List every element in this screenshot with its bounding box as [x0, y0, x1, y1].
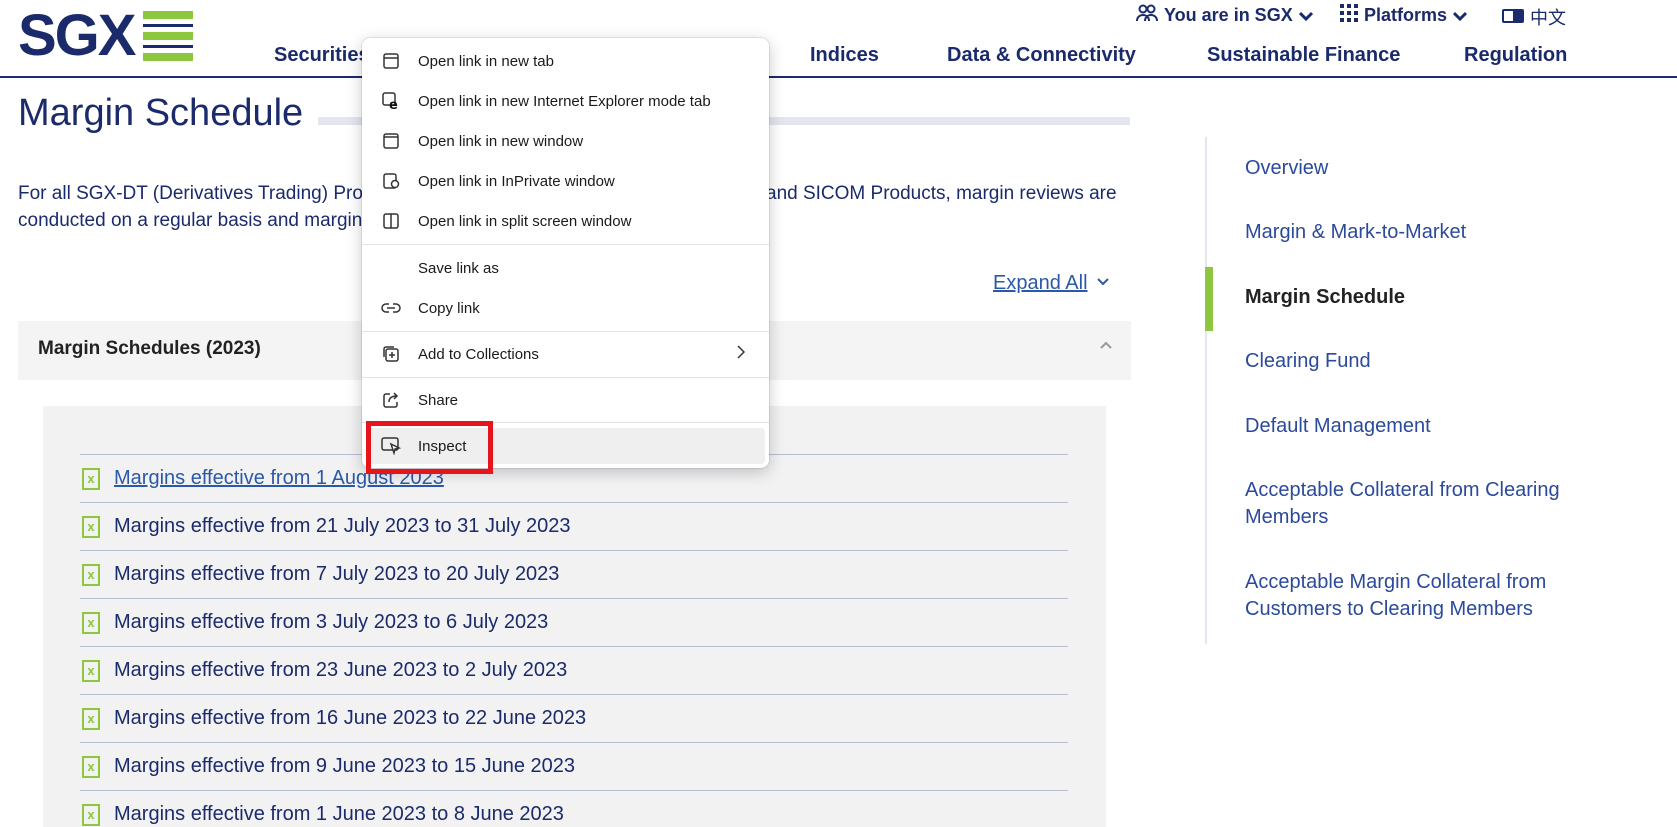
document-link[interactable]: Margins effective from 1 June 2023 to 8 …	[114, 803, 564, 826]
people-icon	[1136, 4, 1158, 27]
nav-securities[interactable]: Securities	[274, 44, 370, 67]
chevron-down-icon[interactable]	[1096, 274, 1110, 292]
chevron-up-icon	[1099, 337, 1113, 355]
context-menu: Open link in new tab e Open link in new …	[362, 38, 769, 468]
excel-file-icon: x	[82, 755, 100, 778]
document-list: x Margins effective from 1 August 2023 x…	[80, 454, 1068, 827]
list-item[interactable]: x Margins effective from 23 June 2023 to…	[80, 646, 1068, 694]
excel-file-icon: x	[82, 659, 100, 682]
menu-item-open-split-screen[interactable]: Open link in split screen window	[366, 203, 765, 239]
list-item[interactable]: x Margins effective from 1 June 2023 to …	[80, 790, 1068, 827]
sidenav-item-acceptable-margin-collateral[interactable]: Acceptable Margin Collateral from Custom…	[1245, 569, 1605, 623]
sgx-logo[interactable]: SGX	[18, 3, 193, 68]
link-icon	[380, 298, 402, 318]
list-item[interactable]: x Margins effective from 7 July 2023 to …	[80, 550, 1068, 598]
nav-regulation[interactable]: Regulation	[1464, 44, 1567, 67]
intro-line1-right: and SICOM Products, margin reviews are	[766, 183, 1117, 204]
list-item[interactable]: x Margins effective from 9 June 2023 to …	[80, 742, 1068, 790]
split-screen-icon	[380, 211, 402, 231]
svg-text:e: e	[389, 98, 398, 110]
nav-sustainable-finance[interactable]: Sustainable Finance	[1207, 44, 1400, 67]
page-title: Margin Schedule	[18, 92, 304, 134]
excel-file-icon: x	[82, 803, 100, 826]
menu-item-label: Open link in new window	[418, 132, 584, 150]
document-link[interactable]: Margins effective from 21 July 2023 to 3…	[114, 515, 571, 538]
expand-all-link[interactable]: Expand All	[993, 272, 1088, 295]
chevron-down-icon	[1298, 8, 1313, 24]
logo-bars-icon	[142, 11, 193, 61]
translate-icon	[1502, 7, 1524, 28]
sidenav-item-default-management[interactable]: Default Management	[1245, 413, 1605, 440]
blank-icon	[380, 258, 402, 278]
menu-separator	[362, 244, 769, 245]
menu-separator	[362, 331, 769, 332]
sidenav-item-margin-schedule[interactable]: Margin Schedule	[1245, 284, 1605, 311]
menu-item-open-ie-mode-tab[interactable]: e Open link in new Internet Explorer mod…	[366, 83, 765, 119]
excel-file-icon: x	[82, 515, 100, 538]
share-icon	[380, 390, 402, 410]
menu-item-label: Open link in new tab	[418, 52, 554, 70]
document-link[interactable]: Margins effective from 7 July 2023 to 20…	[114, 563, 559, 586]
collections-icon	[380, 344, 402, 364]
menu-item-open-inprivate[interactable]: Open link in InPrivate window	[366, 163, 765, 199]
nav-indices[interactable]: Indices	[810, 44, 879, 67]
list-item[interactable]: x Margins effective from 21 July 2023 to…	[80, 502, 1068, 550]
excel-file-icon: x	[82, 563, 100, 586]
excel-file-icon: x	[82, 467, 100, 490]
logo-text: SGX	[18, 3, 136, 68]
accordion-title: Margin Schedules (2023)	[38, 338, 261, 359]
document-link[interactable]: Margins effective from 9 June 2023 to 15…	[114, 755, 575, 778]
document-link[interactable]: Margins effective from 3 July 2023 to 6 …	[114, 611, 548, 634]
language-switch[interactable]: 中文	[1502, 4, 1566, 30]
menu-item-label: Save link as	[418, 259, 499, 277]
menu-item-label: Open link in InPrivate window	[418, 172, 615, 190]
language-label: 中文	[1530, 8, 1566, 28]
document-link[interactable]: Margins effective from 16 June 2023 to 2…	[114, 707, 586, 730]
intro-line1-left: For all SGX-DT (Derivatives Trading) Pro	[18, 183, 363, 204]
window-icon	[380, 131, 402, 151]
platforms-label: Platforms	[1364, 5, 1448, 25]
menu-item-copy-link[interactable]: Copy link	[366, 290, 765, 326]
nav-data-connectivity[interactable]: Data & Connectivity	[947, 44, 1136, 67]
you-are-in-dropdown[interactable]: You are in SGX	[1136, 4, 1313, 27]
menu-item-open-new-tab[interactable]: Open link in new tab	[366, 43, 765, 79]
inprivate-icon	[380, 171, 402, 191]
menu-item-label: Open link in new Internet Explorer mode …	[418, 92, 711, 110]
menu-item-share[interactable]: Share	[366, 382, 765, 418]
menu-separator	[362, 377, 769, 378]
sidenav-item-overview[interactable]: Overview	[1245, 155, 1605, 182]
sidenav-active-indicator	[1205, 267, 1213, 331]
excel-file-icon: x	[82, 611, 100, 634]
sidenav-rail	[1205, 137, 1207, 644]
grid-icon	[1340, 4, 1358, 27]
menu-item-open-new-window[interactable]: Open link in new window	[366, 123, 765, 159]
you-are-in-label: You are in SGX	[1164, 5, 1293, 25]
site-header: SGX You are in SGX Platforms 中文 Securiti…	[0, 0, 1677, 78]
chevron-right-icon	[737, 344, 746, 364]
menu-item-save-link-as[interactable]: Save link as	[366, 250, 765, 286]
sidenav-item-clearing-fund[interactable]: Clearing Fund	[1245, 348, 1605, 375]
sidenav-item-acceptable-collateral[interactable]: Acceptable Collateral from Clearing Memb…	[1245, 477, 1605, 531]
menu-item-label: Share	[418, 391, 459, 409]
sidenav-item-margin-mark-to-market[interactable]: Margin & Mark-to-Market	[1245, 219, 1605, 246]
menu-item-label: Open link in split screen window	[418, 212, 632, 230]
highlight-box	[366, 421, 493, 474]
menu-item-label: Copy link	[418, 299, 480, 317]
ie-icon: e	[380, 91, 402, 111]
list-item[interactable]: x Margins effective from 16 June 2023 to…	[80, 694, 1068, 742]
document-link[interactable]: Margins effective from 23 June 2023 to 2…	[114, 659, 567, 682]
intro-line2-left: conducted on a regular basis and margin	[18, 210, 363, 231]
chevron-down-icon	[1452, 8, 1468, 24]
menu-item-label: Add to Collections	[418, 345, 539, 363]
platforms-dropdown[interactable]: Platforms	[1340, 4, 1468, 27]
menu-item-add-to-collections[interactable]: Add to Collections	[366, 336, 765, 372]
list-item[interactable]: x Margins effective from 3 July 2023 to …	[80, 598, 1068, 646]
excel-file-icon: x	[82, 707, 100, 730]
new-tab-icon	[380, 51, 402, 71]
